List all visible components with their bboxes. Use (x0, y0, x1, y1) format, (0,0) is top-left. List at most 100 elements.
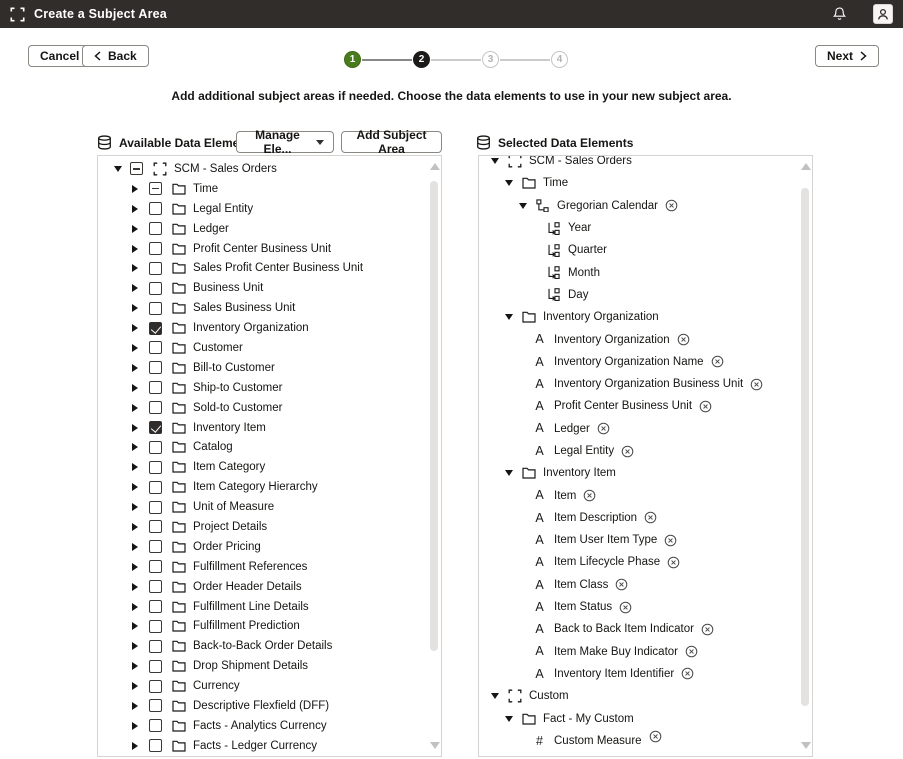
step-3[interactable]: 3 (482, 51, 499, 68)
tree-item[interactable]: Fulfillment Line Details (98, 597, 427, 617)
tree-item[interactable]: Sold-to Customer (98, 398, 427, 418)
checkbox[interactable] (149, 481, 162, 494)
tree-item[interactable]: Back-to-Back Order Details (98, 636, 427, 656)
tree-item[interactable]: Descriptive Flexfield (DFF) (98, 696, 427, 716)
manage-elements-button[interactable]: Manage Ele... (236, 131, 334, 153)
tree-item[interactable]: Unit of Measure (98, 497, 427, 517)
step-2[interactable]: 2 (413, 51, 430, 68)
checkbox[interactable] (149, 620, 162, 633)
tree-item[interactable]: AInventory Item Identifier (479, 663, 798, 685)
remove-icon[interactable] (667, 556, 680, 569)
remove-icon[interactable] (621, 445, 634, 458)
checkbox[interactable] (149, 680, 162, 693)
tree-item[interactable]: Profit Center Business Unit (98, 239, 427, 259)
expand-arrow[interactable] (132, 702, 138, 710)
tree-item[interactable]: Customer (98, 338, 427, 358)
expand-arrow[interactable] (132, 662, 138, 670)
checkbox[interactable] (149, 401, 162, 414)
remove-icon[interactable] (681, 667, 694, 680)
checkbox[interactable] (149, 182, 162, 195)
tree-item[interactable]: #Custom Measure (479, 730, 798, 752)
expand-arrow[interactable] (114, 166, 122, 172)
checkbox[interactable] (149, 361, 162, 374)
expand-arrow[interactable] (132, 205, 138, 213)
tree-item[interactable]: SCM - Sales Orders (98, 159, 427, 179)
tree-item[interactable]: Inventory Organization (479, 306, 798, 328)
expand-arrow[interactable] (519, 203, 527, 209)
checkbox[interactable] (149, 441, 162, 454)
back-button[interactable]: Back (82, 45, 149, 67)
tree-item[interactable]: Fulfillment Prediction (98, 616, 427, 636)
checkbox[interactable] (149, 699, 162, 712)
expand-arrow[interactable] (505, 180, 513, 186)
tree-item[interactable]: Legal Entity (98, 199, 427, 219)
expand-arrow[interactable] (132, 225, 138, 233)
tree-item[interactable]: Order Header Details (98, 577, 427, 597)
tree-item[interactable]: Project Details (98, 517, 427, 537)
remove-icon[interactable] (711, 355, 724, 368)
tree-item[interactable]: AItem Class (479, 574, 798, 596)
checkbox[interactable] (149, 560, 162, 573)
tree-item[interactable]: Fulfillment References (98, 557, 427, 577)
tree-item[interactable]: Inventory Item (479, 462, 798, 484)
tree-item[interactable]: ALedger (479, 418, 798, 440)
tree-item[interactable]: Custom (479, 685, 798, 707)
selected-scrollbar[interactable] (798, 156, 811, 756)
remove-icon[interactable] (685, 645, 698, 658)
expand-arrow[interactable] (132, 483, 138, 491)
expand-arrow[interactable] (132, 185, 138, 193)
expand-arrow[interactable] (132, 443, 138, 451)
tree-item[interactable]: SCM - Sales Orders (479, 155, 798, 172)
step-4[interactable]: 4 (551, 51, 568, 68)
expand-arrow[interactable] (132, 682, 138, 690)
step-1[interactable]: 1 (344, 51, 361, 68)
available-scrollbar[interactable] (427, 156, 440, 756)
checkbox[interactable] (149, 282, 162, 295)
avatar-icon[interactable] (873, 4, 893, 24)
expand-arrow[interactable] (132, 424, 138, 432)
scroll-down-icon[interactable] (801, 742, 811, 749)
checkbox[interactable] (149, 501, 162, 514)
tree-item[interactable]: AInventory Organization Name (479, 351, 798, 373)
tree-item[interactable]: Sales Business Unit (98, 298, 427, 318)
checkbox[interactable] (149, 381, 162, 394)
expand-arrow[interactable] (132, 742, 138, 750)
expand-arrow[interactable] (132, 503, 138, 511)
checkbox[interactable] (149, 262, 162, 275)
tree-item[interactable]: Facts - Analytics Currency (98, 716, 427, 736)
scroll-up-icon[interactable] (801, 163, 811, 170)
tree-item[interactable]: Item Category (98, 457, 427, 477)
remove-icon[interactable] (701, 623, 714, 636)
add-subject-area-button[interactable]: Add Subject Area (341, 131, 442, 153)
tree-item[interactable]: Day (479, 284, 798, 306)
expand-arrow[interactable] (132, 304, 138, 312)
tree-item[interactable]: Time (98, 179, 427, 199)
tree-item[interactable]: ALegal Entity (479, 440, 798, 462)
checkbox[interactable] (149, 739, 162, 752)
remove-icon[interactable] (665, 199, 678, 212)
remove-icon[interactable] (750, 378, 763, 391)
expand-arrow[interactable] (132, 284, 138, 292)
tree-item[interactable]: AProfit Center Business Unit (479, 395, 798, 417)
tree-item[interactable]: Month (479, 261, 798, 283)
tree-item[interactable]: Time (479, 172, 798, 194)
checkbox[interactable] (149, 640, 162, 653)
tree-item[interactable]: Year (479, 217, 798, 239)
remove-icon[interactable] (664, 534, 677, 547)
checkbox[interactable] (149, 242, 162, 255)
tree-item[interactable]: Currency (98, 676, 427, 696)
remove-icon[interactable] (649, 730, 662, 743)
checkbox[interactable] (149, 302, 162, 315)
tree-item[interactable]: Fact - My Custom (479, 707, 798, 729)
tree-item[interactable]: Item Category Hierarchy (98, 477, 427, 497)
tree-item[interactable]: Drop Shipment Details (98, 656, 427, 676)
tree-item[interactable]: Inventory Organization (98, 318, 427, 338)
checkbox[interactable] (149, 202, 162, 215)
bell-icon[interactable] (832, 6, 847, 22)
tree-item[interactable]: Business Unit (98, 278, 427, 298)
tree-item[interactable]: AItem Lifecycle Phase (479, 551, 798, 573)
scrollbar-thumb[interactable] (430, 181, 438, 651)
expand-arrow[interactable] (505, 314, 513, 320)
checkbox[interactable] (149, 341, 162, 354)
expand-arrow[interactable] (132, 245, 138, 253)
